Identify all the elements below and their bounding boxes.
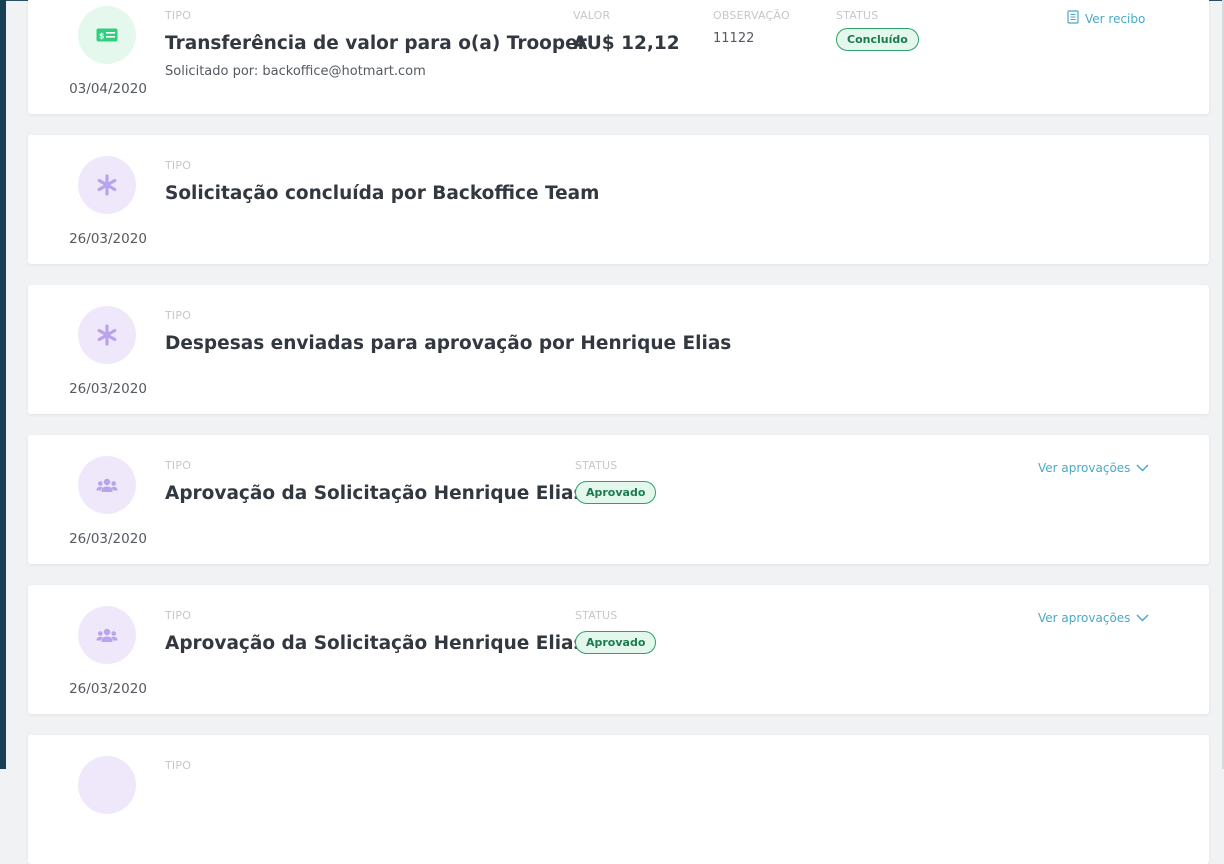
timeline-item-partial: TIPO	[28, 735, 1209, 864]
item-title: Solicitação concluída por Backoffice Tea…	[165, 183, 600, 204]
timeline-item-approval: TIPO Aprovação da Solicitação Henrique E…	[28, 435, 1209, 564]
users-icon	[78, 456, 136, 514]
money-icon: $	[78, 6, 136, 64]
svg-text:$: $	[99, 32, 105, 41]
status-label: STATUS	[575, 459, 618, 472]
type-label: TIPO	[165, 9, 192, 22]
item-title: Transferência de valor para o(a) Trooper	[165, 33, 587, 54]
type-label: TIPO	[165, 159, 192, 172]
item-observation: 11122	[713, 31, 755, 46]
status-badge: Concluído	[836, 28, 919, 51]
item-requested-by: Solicitado por: backoffice@hotmart.com	[165, 64, 426, 79]
status-label: STATUS	[575, 609, 618, 622]
view-receipt-link[interactable]: Ver recibo	[1067, 10, 1145, 27]
type-label: TIPO	[165, 609, 192, 622]
value-label: VALOR	[573, 9, 611, 22]
asterisk-icon	[78, 156, 136, 214]
chevron-down-icon	[1136, 461, 1149, 475]
status-badge: Aprovado	[575, 481, 657, 504]
item-title: Despesas enviadas para aprovação por Hen…	[165, 333, 732, 354]
view-approvals-label: Ver aprovações	[1038, 461, 1131, 475]
item-date: 26/03/2020	[69, 381, 147, 397]
view-approvals-toggle[interactable]: Ver aprovações	[1038, 611, 1149, 625]
status-label: STATUS	[836, 9, 879, 22]
users-icon	[78, 606, 136, 664]
sidebar-edge	[0, 0, 6, 769]
status-badge: Aprovado	[575, 631, 657, 654]
item-date: 26/03/2020	[69, 231, 147, 247]
timeline-item-transfer: $ TIPO Transferência de valor para o(a) …	[28, 0, 1209, 114]
type-label: TIPO	[165, 309, 192, 322]
timeline-item-request-completed: TIPO Solicitação concluída por Backoffic…	[28, 135, 1209, 264]
item-title: Aprovação da Solicitação Henrique Elias	[165, 633, 585, 654]
chevron-down-icon	[1136, 611, 1149, 625]
view-approvals-toggle[interactable]: Ver aprovações	[1038, 461, 1149, 475]
timeline-item-approval: TIPO Aprovação da Solicitação Henrique E…	[28, 585, 1209, 714]
view-receipt-label: Ver recibo	[1085, 11, 1146, 26]
item-date: 26/03/2020	[69, 681, 147, 697]
item-value: AU$ 12,12	[573, 33, 680, 54]
view-approvals-label: Ver aprovações	[1038, 611, 1131, 625]
observation-label: OBSERVAÇÃO	[713, 9, 790, 22]
type-label: TIPO	[165, 459, 192, 472]
timeline-item-expenses-sent: TIPO Despesas enviadas para aprovação po…	[28, 285, 1209, 414]
item-date: 26/03/2020	[69, 531, 147, 547]
event-icon	[78, 756, 136, 814]
item-title: Aprovação da Solicitação Henrique Elias	[165, 483, 585, 504]
receipt-icon	[1067, 10, 1079, 27]
type-label: TIPO	[165, 759, 192, 772]
item-date: 03/04/2020	[69, 81, 147, 97]
asterisk-icon	[78, 306, 136, 364]
